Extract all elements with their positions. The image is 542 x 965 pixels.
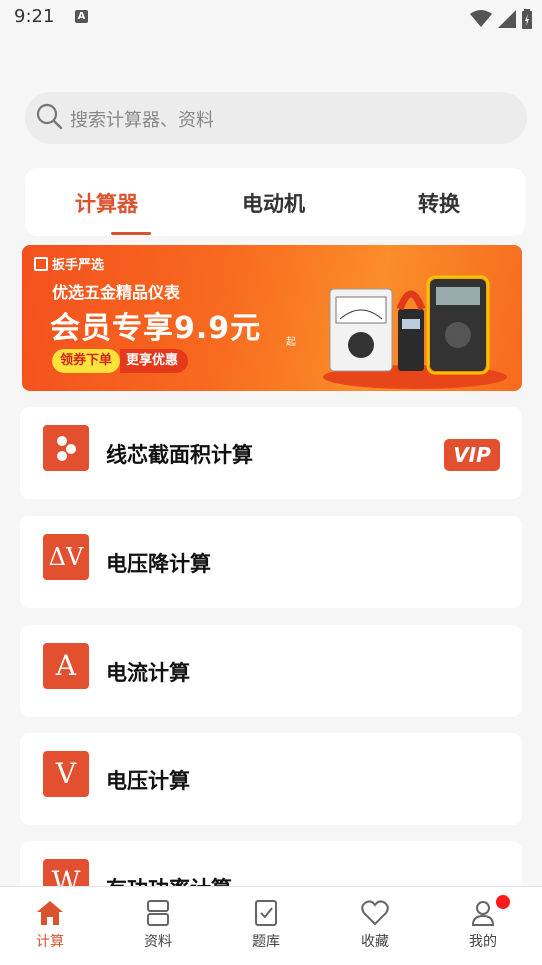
calculator-item-wire-cross-section[interactable]: 线芯截面积计算 VIP	[20, 407, 522, 499]
battery-icon	[522, 9, 532, 29]
wire-cross-section-icon	[43, 425, 89, 471]
calculator-item-label: 线芯截面积计算	[106, 443, 253, 467]
tab-calculator[interactable]: 计算器	[75, 188, 138, 218]
status-bar: 9:21 A	[0, 0, 542, 36]
tab-motor[interactable]: 电动机	[242, 188, 305, 218]
search-icon	[36, 103, 63, 130]
multimeter-illustration	[323, 275, 507, 389]
calculator-item-voltage[interactable]: V 电压计算	[20, 733, 522, 825]
calculator-item-label: 电压降计算	[106, 552, 211, 576]
nav-materials[interactable]: 资料	[123, 897, 193, 951]
notification-badge	[496, 895, 510, 909]
banner-brand: 扳手严选	[34, 254, 104, 273]
vip-badge: VIP	[444, 439, 500, 471]
banner-suffix: 起	[286, 337, 296, 348]
nav-label: 计算	[36, 934, 64, 950]
status-icons	[470, 9, 532, 29]
active-tab-indicator	[111, 232, 151, 235]
document-icon	[147, 900, 169, 926]
heart-icon	[361, 900, 389, 926]
calculator-item-label: 电压计算	[106, 769, 190, 793]
banner-pill-right: 更享优惠	[120, 349, 189, 373]
calculator-item-voltage-drop[interactable]: ΔV 电压降计算	[20, 516, 522, 608]
current-icon: A	[43, 643, 89, 689]
voltage-drop-icon: ΔV	[43, 534, 89, 580]
calculator-item-label: 电流计算	[106, 661, 190, 685]
voltage-icon: V	[43, 751, 89, 797]
banner-coupon-pill: 领券下单 更享优惠	[52, 349, 189, 373]
notification-icon: A	[75, 10, 88, 23]
signal-icon	[498, 10, 516, 28]
calculator-item-current[interactable]: A 电流计算	[20, 625, 522, 717]
search-input[interactable]: 搜索计算器、资料	[25, 92, 527, 144]
category-tabs: 计算器 电动机 转换	[25, 168, 525, 236]
brand-logo-icon	[34, 256, 48, 271]
banner-pill-left: 领券下单	[52, 349, 121, 373]
nav-label: 我的	[469, 934, 497, 950]
status-time: 9:21	[14, 6, 55, 27]
profile-icon	[471, 901, 495, 926]
nav-favorites[interactable]: 收藏	[340, 897, 410, 951]
nav-label: 收藏	[361, 934, 389, 950]
nav-profile[interactable]: 我的	[448, 895, 518, 951]
question-bank-icon	[255, 900, 277, 926]
banner-subtitle: 优选五金精品仪表	[52, 283, 181, 302]
search-placeholder: 搜索计算器、资料	[70, 110, 214, 131]
nav-question-bank[interactable]: 题库	[231, 897, 301, 951]
nav-calculate[interactable]: 计算	[15, 897, 85, 951]
home-icon	[37, 901, 63, 925]
wifi-icon	[470, 10, 492, 27]
banner-brand-text: 扳手严选	[52, 258, 105, 273]
nav-label: 题库	[252, 934, 280, 950]
nav-label: 资料	[144, 934, 172, 950]
bottom-nav: 计算 资料 题库 收藏 我的	[0, 886, 542, 965]
tab-conversion[interactable]: 转换	[418, 188, 460, 218]
banner-title: 会员专享9.9元	[50, 311, 262, 346]
promo-banner[interactable]: 扳手严选 优选五金精品仪表 会员专享9.9元 起 领券下单 更享优惠	[22, 245, 522, 391]
